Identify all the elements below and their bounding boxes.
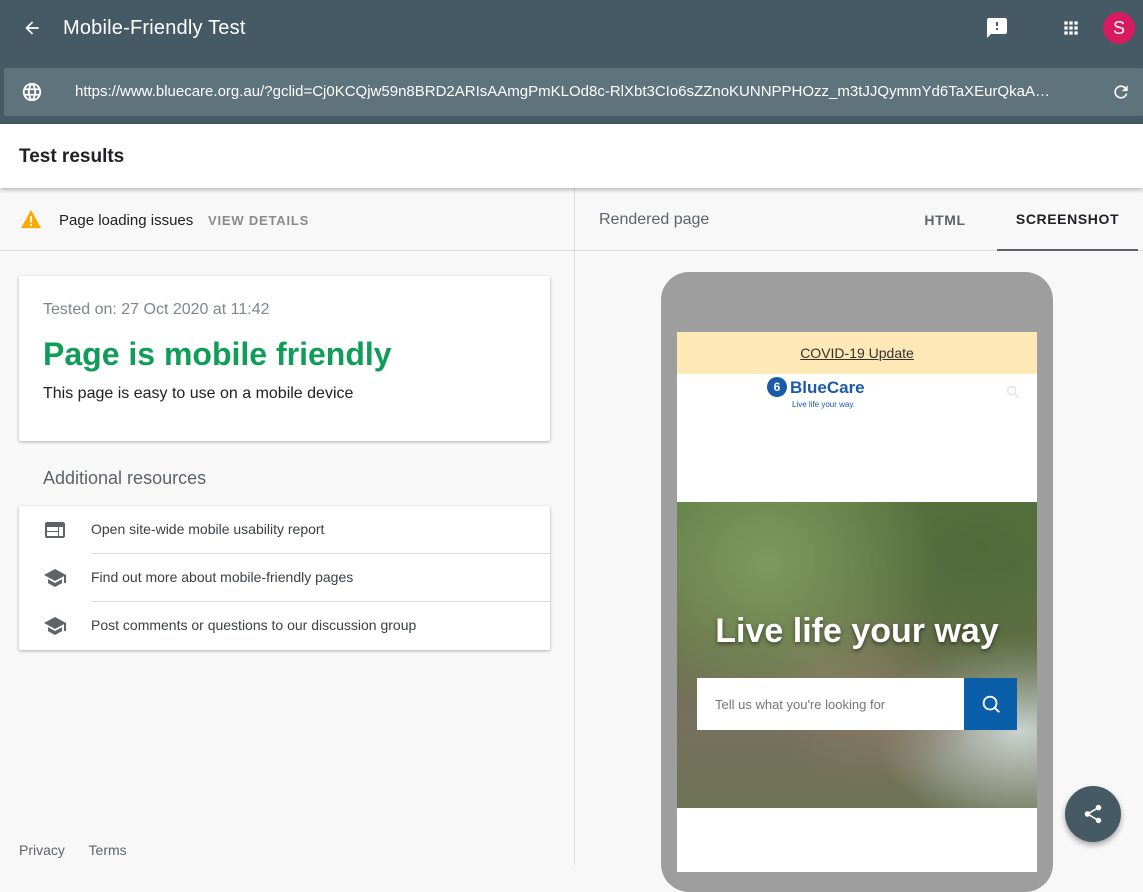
app-title: Mobile-Friendly Test [63, 17, 246, 39]
school-icon [44, 617, 66, 635]
bluecare-logo: 6 BlueCare Live life your way. [767, 377, 865, 409]
apps-button[interactable] [1058, 14, 1084, 42]
tab-html[interactable]: HTML [897, 188, 993, 251]
svg-text:6: 6 [774, 380, 781, 394]
result-card: Tested on: 27 Oct 2020 at 11:42 Page is … [19, 276, 550, 441]
back-button[interactable] [18, 14, 46, 42]
results-title: Test results [19, 146, 125, 167]
hero-search-button[interactable] [964, 678, 1017, 730]
additional-resources-title: Additional resources [43, 468, 207, 488]
search-icon [982, 695, 1000, 713]
covid-update-link[interactable]: COVID-19 Update [800, 345, 914, 361]
resource-item-usability-report[interactable]: Open site-wide mobile usability report [19, 506, 550, 554]
rendered-page-label: Rendered page [599, 211, 710, 228]
share-button[interactable] [1065, 786, 1121, 842]
tab-screenshot[interactable]: SCREENSHOT [997, 188, 1138, 251]
apps-grid-icon [1064, 21, 1078, 35]
resource-item-mobile-friendly[interactable]: Find out more about mobile-friendly page… [19, 554, 550, 602]
resource-item-label: Post comments or questions to our discus… [91, 617, 417, 633]
feedback-icon [987, 18, 1007, 38]
app-header: Mobile-Friendly Test S https://www.bluec… [0, 0, 1143, 124]
rendered-page-header: Rendered page HTML SCREENSHOT [575, 188, 1143, 251]
warning-icon [21, 209, 41, 229]
school-icon [44, 569, 66, 587]
hero-search-input[interactable] [697, 678, 964, 730]
rendered-page-panel: Rendered page HTML SCREENSHOT COVID-19 U… [575, 188, 1143, 892]
results-header: Test results [0, 124, 1143, 188]
view-details-link[interactable]: VIEW DETAILS [208, 213, 309, 228]
search-icon [1007, 386, 1020, 399]
tested-on-timestamp: Tested on: 27 Oct 2020 at 11:42 [43, 301, 270, 318]
hero-heading: Live life your way [715, 612, 999, 650]
footer-links: Privacy Terms [19, 842, 147, 858]
url-input[interactable]: https://www.bluecare.org.au/?gclid=Cj0KC… [75, 83, 1099, 100]
logo-wordmark: BlueCare [790, 378, 865, 397]
page-loading-issues-label: Page loading issues [59, 212, 194, 229]
resources-list: Open site-wide mobile usability report F… [19, 506, 550, 650]
logo-tagline: Live life your way. [792, 400, 855, 409]
reload-icon [1114, 85, 1128, 99]
resource-item-label: Open site-wide mobile usability report [91, 521, 325, 537]
verdict-description: This page is easy to use on a mobile dev… [43, 385, 354, 402]
arrow-back-icon [25, 21, 39, 35]
web-report-icon [45, 522, 65, 538]
globe-icon [20, 80, 44, 104]
account-avatar[interactable]: S [1103, 12, 1135, 44]
results-panel: Page loading issues VIEW DETAILS Tested … [0, 188, 574, 865]
privacy-link[interactable]: Privacy [19, 842, 65, 858]
resource-item-label: Find out more about mobile-friendly page… [91, 569, 354, 585]
phone-screenshot: COVID-19 Update 6 BlueCare Live life you… [677, 332, 1037, 872]
hero-search-box [697, 678, 1017, 730]
reload-button[interactable] [1109, 80, 1133, 104]
share-icon [1084, 804, 1102, 824]
resource-item-discussion-group[interactable]: Post comments or questions to our discus… [19, 602, 550, 650]
phone-frame: COVID-19 Update 6 BlueCare Live life you… [661, 272, 1053, 892]
terms-link[interactable]: Terms [89, 842, 127, 858]
page-loading-issues-row: Page loading issues VIEW DETAILS [0, 188, 574, 251]
hero-image: Live life your way [677, 502, 1037, 808]
verdict-heading: Page is mobile friendly [43, 336, 392, 372]
url-bar: https://www.bluecare.org.au/?gclid=Cj0KC… [4, 68, 1143, 116]
feedback-button[interactable] [984, 14, 1010, 42]
covid-banner: COVID-19 Update [677, 332, 1037, 374]
